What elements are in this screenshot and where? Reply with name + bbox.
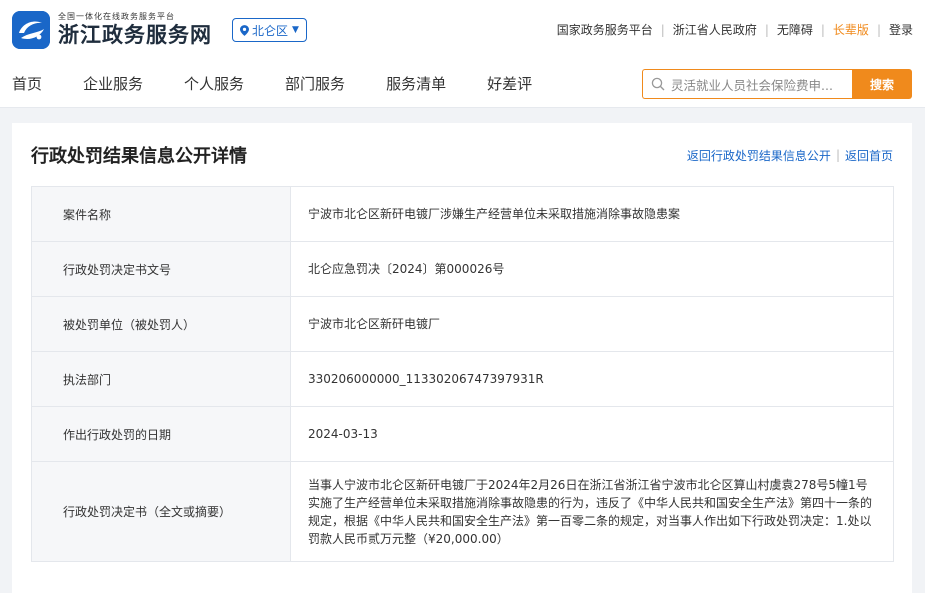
region-label: 北仑区 [252,23,289,38]
main-nav: 首页 企业服务 个人服务 部门服务 服务清单 好差评 搜索 [0,60,925,108]
search-bar: 搜索 [642,69,912,99]
nav-review[interactable]: 好差评 [487,60,532,108]
row-label: 被处罚单位（被处罚人） [31,296,291,352]
nav-enterprise-services[interactable]: 企业服务 [83,60,143,108]
back-to-list-link[interactable]: 返回行政处罚结果信息公开 [687,147,831,164]
caret-down-icon: ▼ [292,25,299,35]
penalty-info-table: 案件名称 宁波市北仑区新矸电镀厂涉嫌生产经营单位未采取措施消除事故隐患案 行政处… [31,186,894,562]
table-row: 被处罚单位（被处罚人） 宁波市北仑区新矸电镀厂 [31,296,894,352]
row-label: 行政处罚决定书（全文或摘要） [31,461,291,562]
row-label: 行政处罚决定书文号 [31,241,291,297]
nav-service-list[interactable]: 服务清单 [386,60,446,108]
row-value: 2024-03-13 [290,406,894,462]
row-label: 执法部门 [31,351,291,407]
page-title: 行政处罚结果信息公开详情 [31,146,247,167]
detail-card: 行政处罚结果信息公开详情 返回行政处罚结果信息公开 | 返回首页 案件名称 宁波… [12,123,912,593]
table-row: 案件名称 宁波市北仑区新矸电镀厂涉嫌生产经营单位未采取措施消除事故隐患案 [31,186,894,242]
nav-department-services[interactable]: 部门服务 [285,60,345,108]
back-home-link[interactable]: 返回首页 [845,147,893,164]
row-label: 作出行政处罚的日期 [31,406,291,462]
search-icon [651,77,665,91]
row-value: 北仑应急罚决〔2024〕第000026号 [290,241,894,297]
top-links: 国家政务服务平台 | 浙江省人民政府 | 无障碍 | 长辈版 | 登录 [549,21,913,38]
nav-home[interactable]: 首页 [12,60,42,108]
link-provincial-government[interactable]: 浙江省人民政府 [665,21,765,38]
table-row: 作出行政处罚的日期 2024-03-13 [31,406,894,462]
location-pin-icon [240,24,249,36]
logo-subtitle: 全国一体化在线政务服务平台 [58,12,175,21]
table-row: 执法部门 330206000000_11330206747397931R [31,351,894,407]
nav-personal-services[interactable]: 个人服务 [184,60,244,108]
row-value: 当事人宁波市北仑区新矸电镀厂于2024年2月26日在浙江省浙江省宁波市北仑区算山… [290,461,894,562]
table-row: 行政处罚决定书文号 北仑应急罚决〔2024〕第000026号 [31,241,894,297]
site-logo[interactable]: 全国一体化在线政务服务平台 浙江政务服务网 [12,11,212,49]
link-national-platform[interactable]: 国家政务服务平台 [549,21,661,38]
search-input[interactable] [671,76,851,92]
row-label: 案件名称 [31,186,291,242]
divider: | [835,148,840,162]
row-value: 宁波市北仑区新矸电镀厂涉嫌生产经营单位未采取措施消除事故隐患案 [290,186,894,242]
login-link[interactable]: 登录 [881,21,913,38]
top-bar: 全国一体化在线政务服务平台 浙江政务服务网 北仑区 ▼ 国家政务服务平台 | 浙… [0,0,925,60]
region-selector[interactable]: 北仑区 ▼ [232,18,307,42]
link-accessibility[interactable]: 无障碍 [769,21,821,38]
search-button[interactable]: 搜索 [852,69,912,99]
logo-title: 浙江政务服务网 [58,22,212,47]
link-elder-mode[interactable]: 长辈版 [825,21,877,38]
row-value: 宁波市北仑区新矸电镀厂 [290,296,894,352]
table-row: 行政处罚决定书（全文或摘要） 当事人宁波市北仑区新矸电镀厂于2024年2月26日… [31,461,894,562]
zhejiang-logo-icon [12,11,50,49]
search-box [642,69,852,99]
row-value: 330206000000_11330206747397931R [290,351,894,407]
